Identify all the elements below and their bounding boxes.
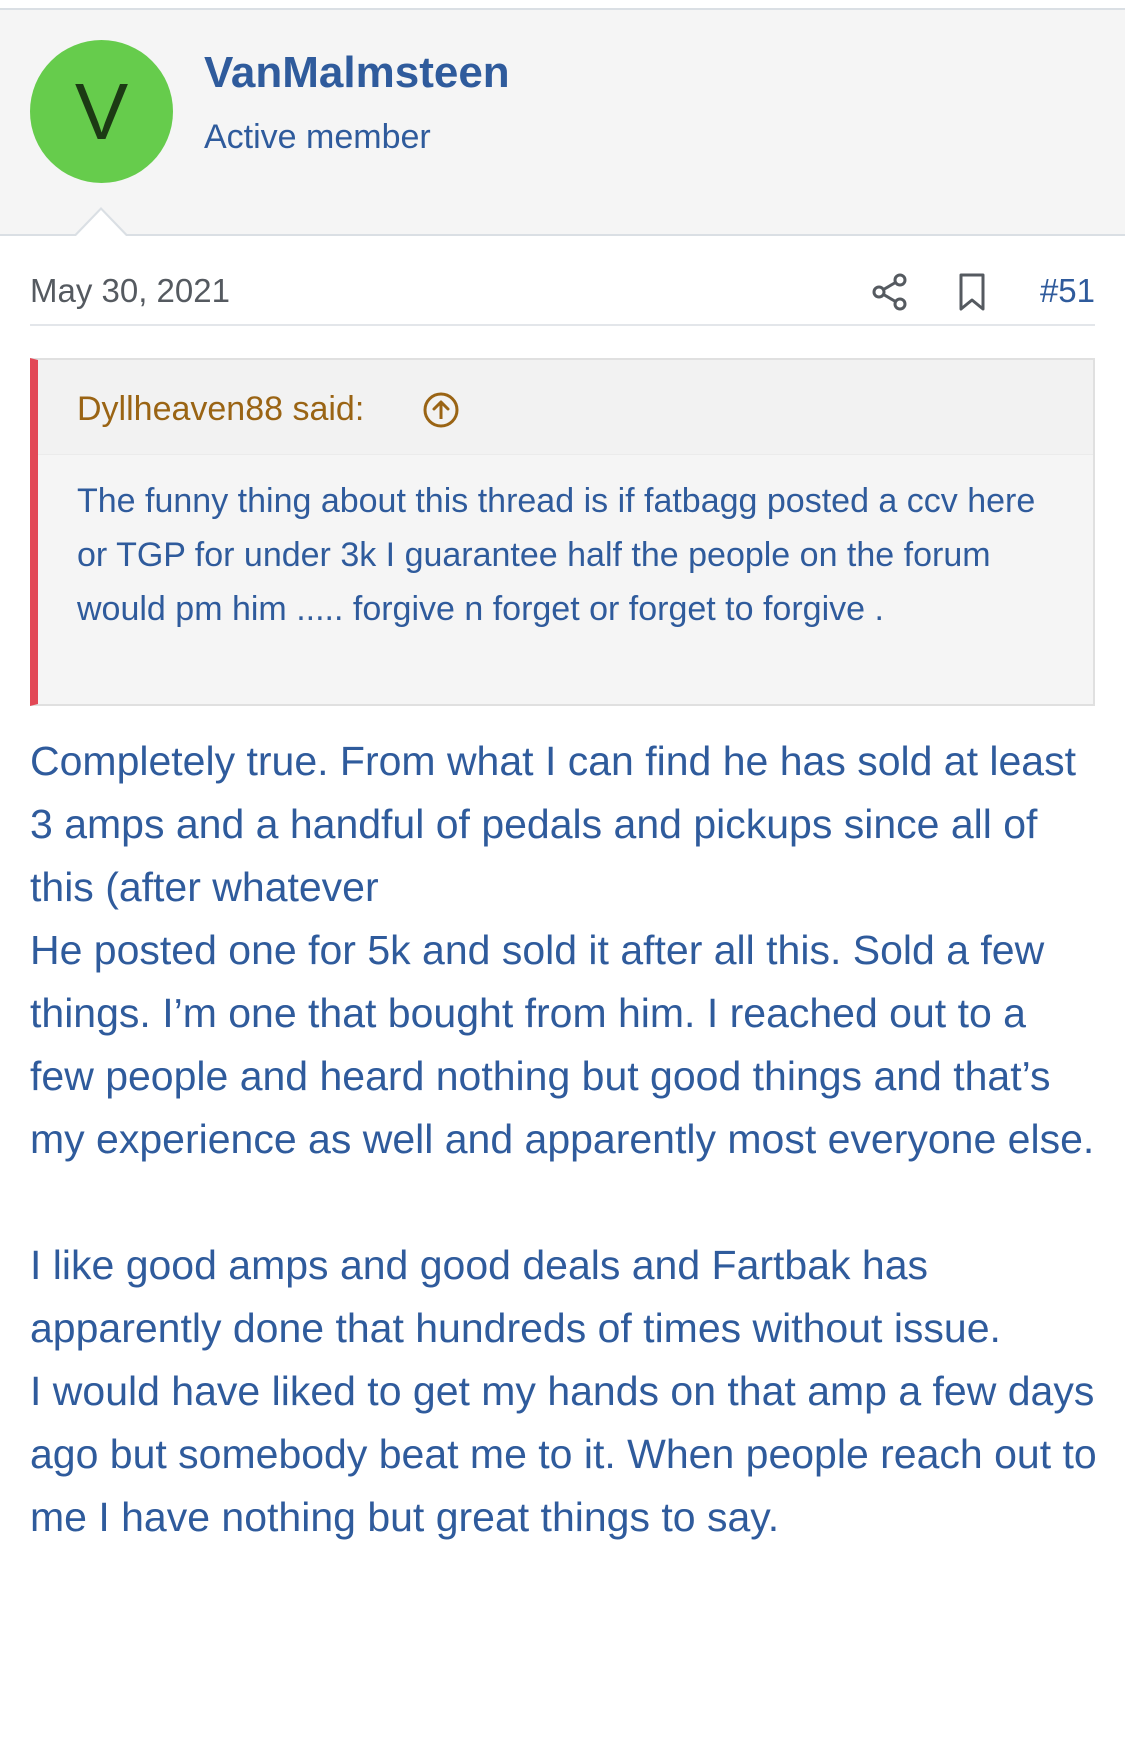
user-title: Active member [204, 118, 431, 156]
post-content: Completely true. From what I can find he… [30, 730, 1100, 1549]
quote-block: Dyllheaven88 said: The funny thing about… [30, 358, 1095, 706]
avatar-letter: V [74, 66, 129, 156]
post-paragraph: Completely true. From what I can find he… [30, 738, 1077, 910]
quote-author-link[interactable]: Dyllheaven88 said: [77, 390, 364, 429]
post-date-link[interactable]: May 30, 2021 [30, 272, 230, 310]
post-meta-bar: May 30, 2021 #51 [30, 262, 1095, 326]
post-paragraph: I like good amps and good deals and Fart… [30, 1242, 1001, 1351]
post-number-link[interactable]: #51 [1040, 272, 1095, 310]
quote-text: The funny thing about this thread is if … [77, 482, 1036, 628]
bookmark-icon[interactable] [954, 272, 990, 312]
quote-header: Dyllheaven88 said: [38, 360, 1093, 455]
share-icon[interactable] [870, 272, 910, 312]
avatar[interactable]: V [30, 40, 173, 183]
post-user-header: V VanMalmsteen Active member [0, 10, 1125, 236]
header-pointer [76, 210, 126, 236]
username-link[interactable]: VanMalmsteen [204, 48, 510, 98]
arrow-up-circle-icon[interactable] [421, 390, 461, 430]
post-paragraph: I would have liked to get my hands on th… [30, 1368, 1097, 1540]
post-paragraph: He posted one for 5k and sold it after a… [30, 927, 1095, 1162]
